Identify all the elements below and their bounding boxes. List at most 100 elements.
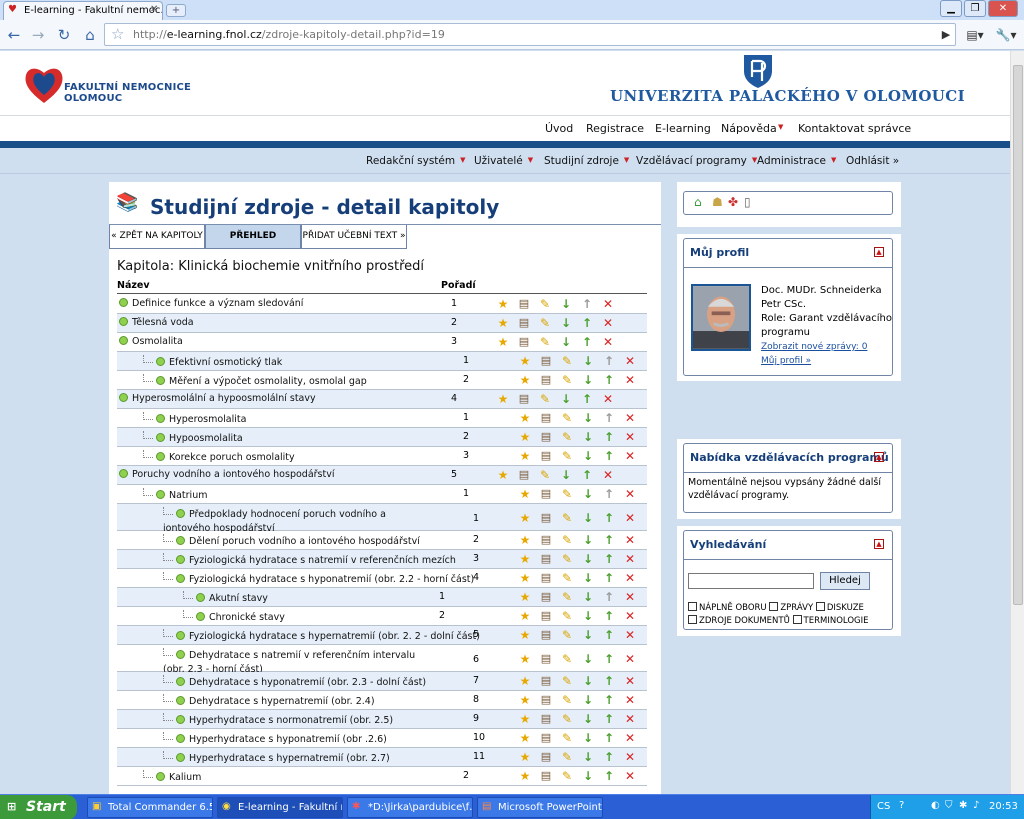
row-title[interactable]: Dělení poruch vodního a iontového hospod… xyxy=(189,536,420,547)
delete-icon[interactable]: ✕ xyxy=(622,570,638,586)
move-down-icon[interactable]: ↓ xyxy=(580,627,596,643)
edit-text-icon[interactable]: ✎ xyxy=(559,711,575,727)
featured-star-icon[interactable]: ★ xyxy=(517,448,533,464)
move-down-icon[interactable]: ↓ xyxy=(558,315,574,331)
delete-icon[interactable]: ✕ xyxy=(622,692,638,708)
row-title[interactable]: Osmolalita xyxy=(132,336,183,347)
page-scrollbar[interactable] xyxy=(1010,51,1024,794)
delete-icon[interactable]: ✕ xyxy=(622,448,638,464)
delete-icon[interactable]: ✕ xyxy=(622,608,638,624)
featured-star-icon[interactable]: ★ xyxy=(517,768,533,784)
featured-star-icon[interactable]: ★ xyxy=(495,296,511,312)
delete-icon[interactable]: ✕ xyxy=(600,296,616,312)
delete-icon[interactable]: ✕ xyxy=(622,353,638,369)
wrench-menu-icon[interactable]: 🔧▾ xyxy=(992,25,1020,45)
move-up-icon[interactable]: ↑ xyxy=(601,510,617,526)
edit-text-icon[interactable]: ✎ xyxy=(559,651,575,667)
row-title[interactable]: Hyperhydratace s hyponatremií (obr .2.6) xyxy=(189,734,387,745)
address-bar[interactable]: ☆ http://e-learning.fnol.cz/zdroje-kapit… xyxy=(104,23,956,46)
row-title[interactable]: Kalium xyxy=(169,772,201,783)
edit-text-icon[interactable]: ✎ xyxy=(559,429,575,445)
document-icon[interactable]: ▯ xyxy=(744,195,751,209)
edit-text-icon[interactable]: ✎ xyxy=(559,570,575,586)
delete-icon[interactable]: ✕ xyxy=(622,768,638,784)
help-icon[interactable]: ? xyxy=(899,800,904,811)
featured-star-icon[interactable]: ★ xyxy=(517,730,533,746)
move-up-icon[interactable]: ↑ xyxy=(601,532,617,548)
collapse-icon[interactable]: ▲ xyxy=(874,539,884,549)
move-up-icon[interactable]: ↑ xyxy=(601,651,617,667)
task-powerpoint[interactable]: ▤ Microsoft PowerPoint … xyxy=(477,797,603,818)
network-icon[interactable]: ◐ xyxy=(931,800,940,811)
delete-icon[interactable]: ✕ xyxy=(622,673,638,689)
move-up-icon[interactable]: ↑ xyxy=(579,315,595,331)
edit-properties-icon[interactable]: ▤ xyxy=(538,429,554,445)
task-total-commander[interactable]: ▣ Total Commander 6.5… xyxy=(87,797,213,818)
task-pardubice[interactable]: ✱ *D:\Jirka\pardubice\f… xyxy=(347,797,473,818)
reload-icon[interactable]: ↻ xyxy=(54,25,74,45)
search-button[interactable]: Hledej xyxy=(820,572,870,590)
edit-properties-icon[interactable]: ▤ xyxy=(538,692,554,708)
move-down-icon[interactable]: ↓ xyxy=(580,429,596,445)
move-up-icon[interactable]: ↑ xyxy=(601,486,617,502)
edit-properties-icon[interactable]: ▤ xyxy=(538,448,554,464)
row-title[interactable]: Fyziologická hydratace s hypernatremií (… xyxy=(189,631,480,642)
menu-redakcni-system[interactable]: Redakční systém ▼ xyxy=(366,155,466,167)
featured-star-icon[interactable]: ★ xyxy=(517,749,533,765)
featured-star-icon[interactable]: ★ xyxy=(517,627,533,643)
volume-icon[interactable]: ♪ xyxy=(973,800,979,811)
edit-text-icon[interactable]: ✎ xyxy=(537,467,553,483)
move-up-icon[interactable]: ↑ xyxy=(601,589,617,605)
home-icon[interactable]: ⌂ xyxy=(694,195,702,209)
edit-text-icon[interactable]: ✎ xyxy=(537,334,553,350)
clock[interactable]: 20:53 xyxy=(989,801,1018,812)
delete-icon[interactable]: ✕ xyxy=(622,372,638,388)
move-up-icon[interactable]: ↑ xyxy=(601,570,617,586)
move-up-icon[interactable]: ↑ xyxy=(579,467,595,483)
edit-properties-icon[interactable]: ▤ xyxy=(538,570,554,586)
edit-text-icon[interactable]: ✎ xyxy=(537,315,553,331)
featured-star-icon[interactable]: ★ xyxy=(517,551,533,567)
tab-back-to-chapters[interactable]: « ZPĚT NA KAPITOLY xyxy=(109,225,205,249)
edit-properties-icon[interactable]: ▤ xyxy=(516,467,532,483)
edit-text-icon[interactable]: ✎ xyxy=(559,448,575,464)
delete-icon[interactable]: ✕ xyxy=(622,589,638,605)
edit-properties-icon[interactable]: ▤ xyxy=(538,711,554,727)
certificate-icon[interactable]: ☗ xyxy=(712,195,723,209)
row-title[interactable]: Definice funkce a význam sledování xyxy=(132,298,303,309)
bluetooth-icon[interactable]: ✱ xyxy=(959,800,967,811)
close-tab-icon[interactable]: ✕ xyxy=(150,4,158,15)
language-indicator[interactable]: CS xyxy=(877,801,890,812)
delete-icon[interactable]: ✕ xyxy=(622,730,638,746)
move-down-icon[interactable]: ↓ xyxy=(580,608,596,624)
edit-properties-icon[interactable]: ▤ xyxy=(538,589,554,605)
move-up-icon[interactable]: ↑ xyxy=(579,391,595,407)
delete-icon[interactable]: ✕ xyxy=(600,391,616,407)
move-up-icon[interactable]: ↑ xyxy=(601,410,617,426)
edit-properties-icon[interactable]: ▤ xyxy=(538,551,554,567)
edit-properties-icon[interactable]: ▤ xyxy=(516,391,532,407)
move-up-icon[interactable]: ↑ xyxy=(579,296,595,312)
edit-properties-icon[interactable]: ▤ xyxy=(516,334,532,350)
filter-zdroje-dokumentu[interactable]: ZDROJE DOKUMENTŮ xyxy=(688,615,790,626)
row-title[interactable]: Hypoosmolalita xyxy=(169,433,243,444)
move-down-icon[interactable]: ↓ xyxy=(580,410,596,426)
featured-star-icon[interactable]: ★ xyxy=(517,570,533,586)
featured-star-icon[interactable]: ★ xyxy=(517,372,533,388)
menu-uzivatele[interactable]: Uživatelé ▼ xyxy=(474,155,533,167)
featured-star-icon[interactable]: ★ xyxy=(517,692,533,708)
nav-napoveda[interactable]: Nápověda xyxy=(721,122,777,135)
delete-icon[interactable]: ✕ xyxy=(622,627,638,643)
nav-registrace[interactable]: Registrace xyxy=(586,122,644,135)
row-title[interactable]: Korekce poruch osmolality xyxy=(169,452,295,463)
menu-odhlasit[interactable]: Odhlásit » xyxy=(846,155,899,167)
move-up-icon[interactable]: ↑ xyxy=(601,353,617,369)
filter-napln-oboru[interactable]: NÁPLNĚ OBORU xyxy=(688,602,767,613)
edit-text-icon[interactable]: ✎ xyxy=(559,768,575,784)
edit-text-icon[interactable]: ✎ xyxy=(559,608,575,624)
edit-text-icon[interactable]: ✎ xyxy=(559,486,575,502)
move-up-icon[interactable]: ↑ xyxy=(579,334,595,350)
move-down-icon[interactable]: ↓ xyxy=(580,551,596,567)
edit-properties-icon[interactable]: ▤ xyxy=(538,486,554,502)
delete-icon[interactable]: ✕ xyxy=(622,551,638,567)
